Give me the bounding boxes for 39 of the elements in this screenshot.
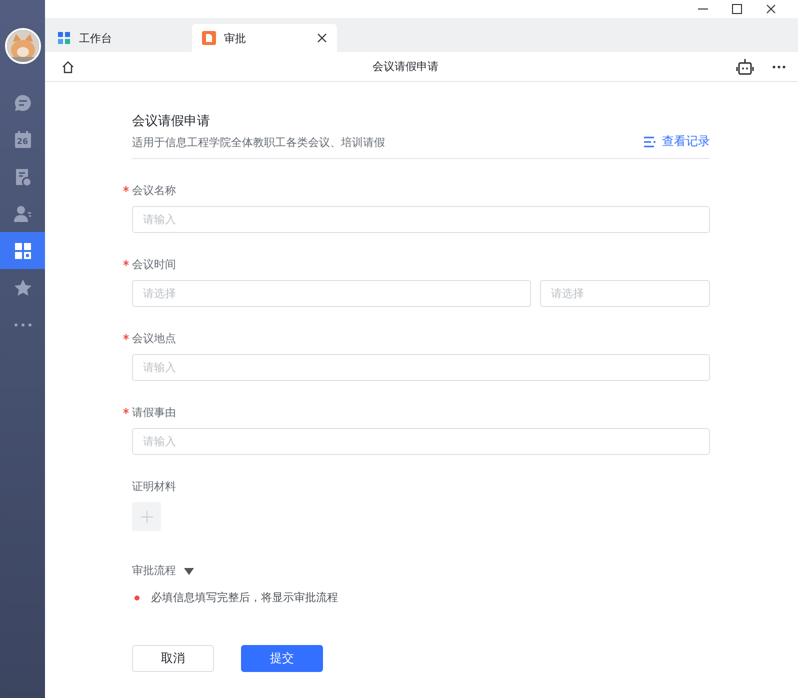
person-icon[interactable] bbox=[12, 204, 32, 224]
submit-button[interactable]: 提交 bbox=[241, 645, 323, 672]
select-field[interactable]: 请选择 bbox=[132, 280, 531, 307]
chat-bubble-icon[interactable] bbox=[12, 92, 32, 112]
star-icon[interactable] bbox=[12, 278, 32, 298]
close-icon[interactable] bbox=[764, 3, 778, 15]
input-field[interactable]: 请输入 bbox=[132, 354, 710, 381]
document-icon bbox=[202, 31, 216, 45]
field-label: 请假事由 bbox=[132, 406, 176, 419]
close-icon[interactable] bbox=[317, 33, 327, 43]
grid-icon[interactable] bbox=[12, 240, 32, 260]
plus-icon bbox=[140, 510, 152, 522]
sidebar-item-highlight[interactable] bbox=[0, 232, 45, 269]
input-field[interactable]: 请输入 bbox=[132, 206, 710, 233]
section-label: 审批流程 bbox=[132, 563, 176, 578]
field-label: 会议地点 bbox=[132, 332, 176, 345]
list-icon bbox=[644, 136, 656, 148]
select-field[interactable]: 请选择 bbox=[540, 280, 710, 307]
home-icon[interactable] bbox=[61, 60, 75, 74]
input-field[interactable]: 请输入 bbox=[132, 428, 710, 455]
form-description: 适用于信息工程学院全体教职工各类会议、培训请假 bbox=[132, 135, 385, 150]
tab[interactable]: 审批 bbox=[192, 24, 337, 52]
more-icon[interactable] bbox=[772, 64, 786, 68]
form-title: 会议请假申请 bbox=[132, 113, 211, 130]
page-title: 会议请假申请 bbox=[372, 59, 440, 74]
tab[interactable]: 工作台 bbox=[47, 24, 192, 52]
calendar-date: 26 bbox=[16, 136, 30, 146]
robot-icon[interactable] bbox=[736, 58, 754, 74]
cancel-button[interactable]: 取消 bbox=[132, 645, 214, 672]
grid-icon bbox=[57, 31, 71, 45]
field-label: 会议名称 bbox=[132, 184, 176, 197]
dot-icon bbox=[134, 594, 140, 600]
maximize-icon[interactable] bbox=[730, 3, 744, 15]
notice-text: 必填信息填写完整后，将显示审批流程 bbox=[151, 590, 338, 605]
tab-label: 工作台 bbox=[79, 30, 113, 46]
view-records-link[interactable]: 查看记录 bbox=[644, 133, 710, 150]
tab-label: 审批 bbox=[224, 30, 247, 46]
field-label: 会议时间 bbox=[132, 258, 176, 271]
field-label: 证明材料 bbox=[132, 480, 176, 493]
